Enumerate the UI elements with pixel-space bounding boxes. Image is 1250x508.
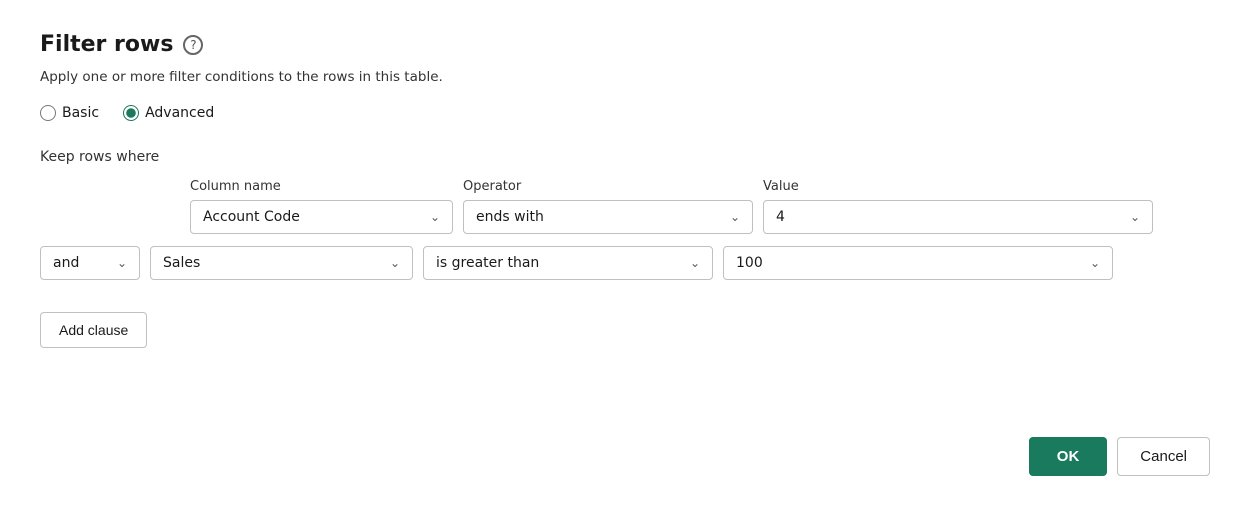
row1-operator-select[interactable]: ends with ⌄ (463, 200, 753, 234)
radio-basic-input[interactable] (40, 105, 56, 121)
row2-operator-chevron: ⌄ (690, 256, 700, 270)
filter-row-1: Account Code ⌄ ends with ⌄ 4 ⌄ (40, 200, 1210, 234)
row1-column-chevron: ⌄ (430, 210, 440, 224)
radio-advanced-input[interactable] (123, 105, 139, 121)
filter-rows-dialog: Filter rows ? Apply one or more filter c… (0, 0, 1250, 508)
radio-group: Basic Advanced (40, 105, 1210, 121)
row2-column-select[interactable]: Sales ⌄ (150, 246, 413, 280)
row2-connector-select[interactable]: and ⌄ (40, 246, 140, 280)
ok-button[interactable]: OK (1029, 437, 1108, 476)
row2-column-chevron: ⌄ (390, 256, 400, 270)
help-icon[interactable]: ? (183, 35, 203, 55)
row2-value-chevron: ⌄ (1090, 256, 1100, 270)
row1-value-select[interactable]: 4 ⌄ (763, 200, 1153, 234)
row1-column-select[interactable]: Account Code ⌄ (190, 200, 453, 234)
radio-basic[interactable]: Basic (40, 105, 99, 121)
filter-row-2: and ⌄ Sales ⌄ is greater than ⌄ 100 ⌄ (40, 246, 1210, 280)
col-header-value: Value (763, 179, 1153, 194)
col-header-operator: Operator (463, 179, 753, 194)
title-row: Filter rows ? (40, 32, 1210, 57)
filter-rows-container: Account Code ⌄ ends with ⌄ 4 ⌄ and ⌄ Sal… (40, 200, 1210, 280)
cancel-button[interactable]: Cancel (1117, 437, 1210, 476)
row1-operator-chevron: ⌄ (730, 210, 740, 224)
section-label: Keep rows where (40, 149, 1210, 165)
row2-operator-select[interactable]: is greater than ⌄ (423, 246, 713, 280)
add-clause-button[interactable]: Add clause (40, 312, 147, 348)
row2-value-select[interactable]: 100 ⌄ (723, 246, 1113, 280)
column-headers-row: Column name Operator Value (40, 179, 1210, 194)
col-header-column-name: Column name (190, 179, 453, 194)
row2-connector-chevron: ⌄ (117, 256, 127, 270)
row1-value-chevron: ⌄ (1130, 210, 1140, 224)
radio-advanced[interactable]: Advanced (123, 105, 214, 121)
dialog-subtitle: Apply one or more filter conditions to t… (40, 69, 1210, 85)
footer: OK Cancel (1029, 437, 1210, 476)
dialog-title: Filter rows (40, 32, 173, 57)
